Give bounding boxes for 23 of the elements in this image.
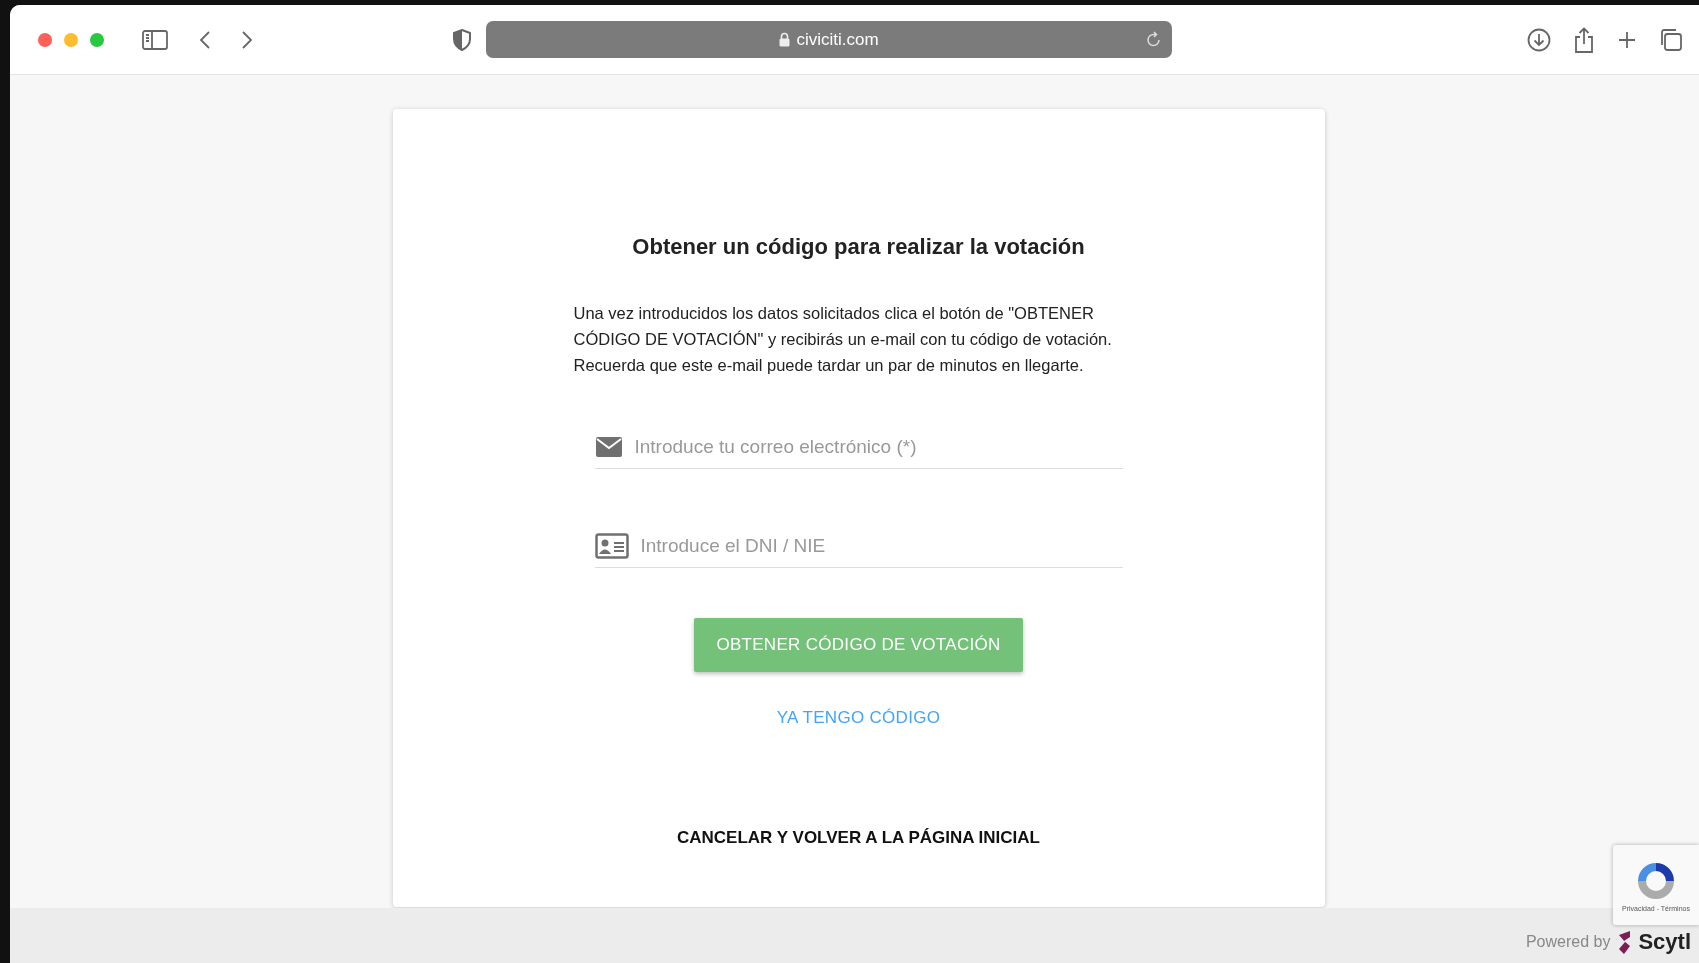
back-icon[interactable] — [198, 29, 212, 50]
brand-name: Scytl — [1638, 929, 1691, 955]
lock-icon — [779, 32, 791, 47]
reload-icon[interactable] — [1146, 31, 1162, 48]
tabs-overview-icon[interactable] — [1659, 27, 1683, 52]
forward-icon[interactable] — [240, 29, 254, 50]
id-card-icon — [594, 533, 629, 559]
page-heading: Obtener un código para realizar la votación — [632, 234, 1085, 260]
address-bar[interactable]: civiciti.com — [486, 21, 1172, 58]
brand-logo-icon — [1616, 929, 1633, 955]
sidebar-icon[interactable] — [142, 29, 168, 50]
email-field[interactable]: Introduce tu correo electrónico (*) — [632, 435, 1123, 459]
download-icon[interactable] — [1527, 27, 1551, 52]
close-window-button[interactable] — [38, 32, 52, 47]
cancel-link[interactable]: CANCELAR Y VOLVER A LA PÁGINA INICIAL — [677, 828, 1040, 848]
url-text: civiciti.com — [796, 29, 879, 50]
shield-icon[interactable] — [452, 28, 472, 51]
powered-by-text: Powered by — [1525, 933, 1611, 951]
share-icon[interactable] — [1573, 26, 1595, 53]
envelope-icon — [594, 436, 623, 458]
id-number-field[interactable]: Introduce el DNI / NIE — [638, 534, 1123, 558]
instructions-text: Una vez introducidos los datos solicitados clica el botón de "OBTENER CÓDIGO DE VOTACIÓN" y recibirás un e-mail con tu código de votación. Recuerda que este e-mail puede tardar un par de minutos en llegarte. — [573, 303, 1113, 376]
new-tab-icon[interactable] — [1617, 29, 1637, 50]
